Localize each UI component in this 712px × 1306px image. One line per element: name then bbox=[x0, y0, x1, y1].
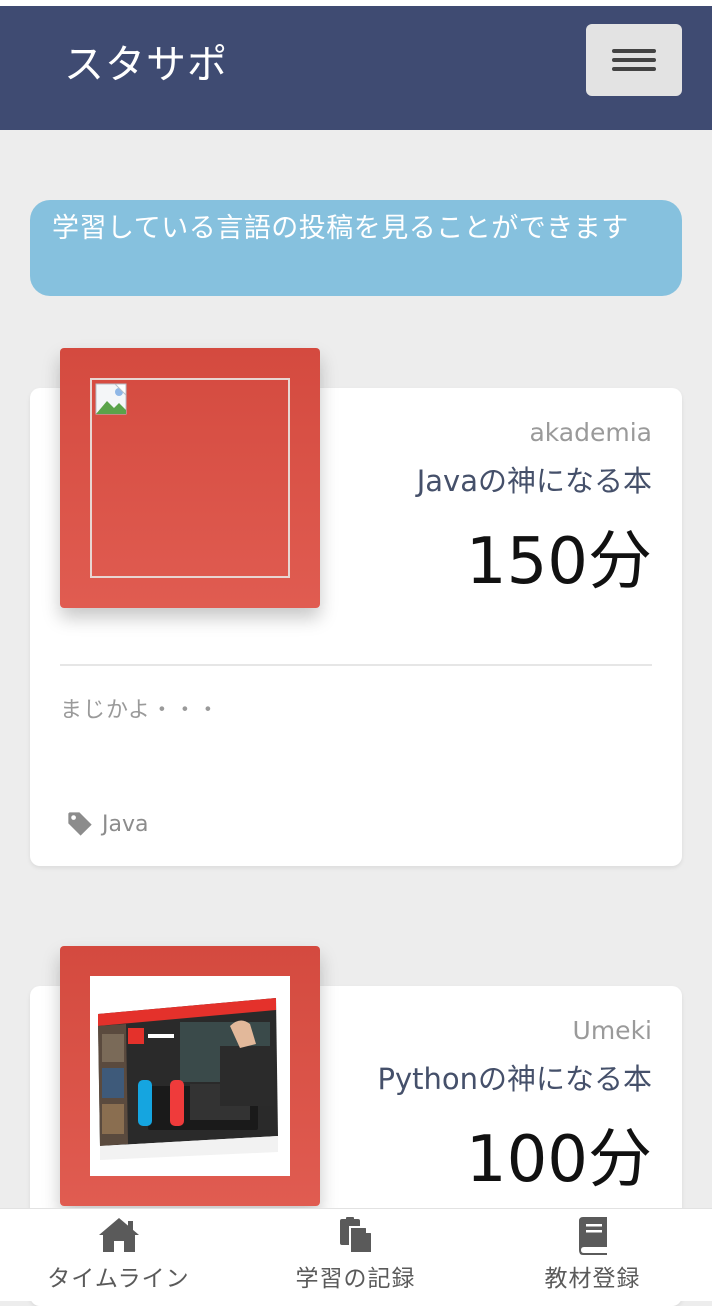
card-divider bbox=[60, 664, 652, 666]
hamburger-icon bbox=[612, 49, 656, 53]
post-comment: まじかよ・・・ bbox=[60, 698, 220, 723]
nav-study-record[interactable]: 学習の記録 bbox=[237, 1215, 474, 1293]
post-author[interactable]: akademia bbox=[529, 418, 652, 447]
nav-timeline-label: タイムライン bbox=[47, 1266, 190, 1292]
post-tag[interactable]: Java bbox=[66, 810, 148, 838]
nav-study-record-label: 学習の記録 bbox=[295, 1266, 416, 1292]
post-book-title[interactable]: Pythonの神になる本 bbox=[377, 1056, 652, 1098]
navbar: スタサポ bbox=[0, 6, 712, 130]
broken-image-icon bbox=[95, 383, 127, 415]
menu-toggle-button[interactable] bbox=[586, 24, 682, 96]
nintendo-switch-box-photo bbox=[98, 998, 278, 1160]
post-author[interactable]: Umeki bbox=[573, 1016, 652, 1045]
nav-material-register-label: 教材登録 bbox=[544, 1266, 641, 1292]
nav-timeline[interactable]: タイムライン bbox=[0, 1215, 237, 1293]
post-book-title[interactable]: Javaの神になる本 bbox=[417, 458, 652, 500]
nav-material-register[interactable]: 教材登録 bbox=[474, 1215, 711, 1293]
tag-icon bbox=[68, 812, 92, 836]
hamburger-icon-line bbox=[612, 67, 656, 71]
brand-logo[interactable]: スタサポ bbox=[64, 32, 228, 90]
post-tag-label: Java bbox=[102, 811, 149, 837]
clipboard-icon bbox=[339, 1217, 373, 1254]
broken-image bbox=[90, 378, 290, 578]
hamburger-icon-line bbox=[612, 58, 656, 62]
post-study-minutes: 100分 bbox=[465, 1123, 652, 1197]
bottom-navigation: タイムライン 学習の記録 教材登録 bbox=[0, 1208, 712, 1301]
post-study-minutes: 150分 bbox=[465, 525, 652, 599]
post-thumbnail[interactable] bbox=[60, 946, 320, 1206]
info-banner: 学習している言語の投稿を見ることができます bbox=[30, 200, 682, 296]
product-photo bbox=[90, 976, 290, 1176]
post-thumbnail[interactable] bbox=[60, 348, 320, 608]
book-icon bbox=[578, 1217, 607, 1255]
home-icon bbox=[98, 1218, 139, 1252]
